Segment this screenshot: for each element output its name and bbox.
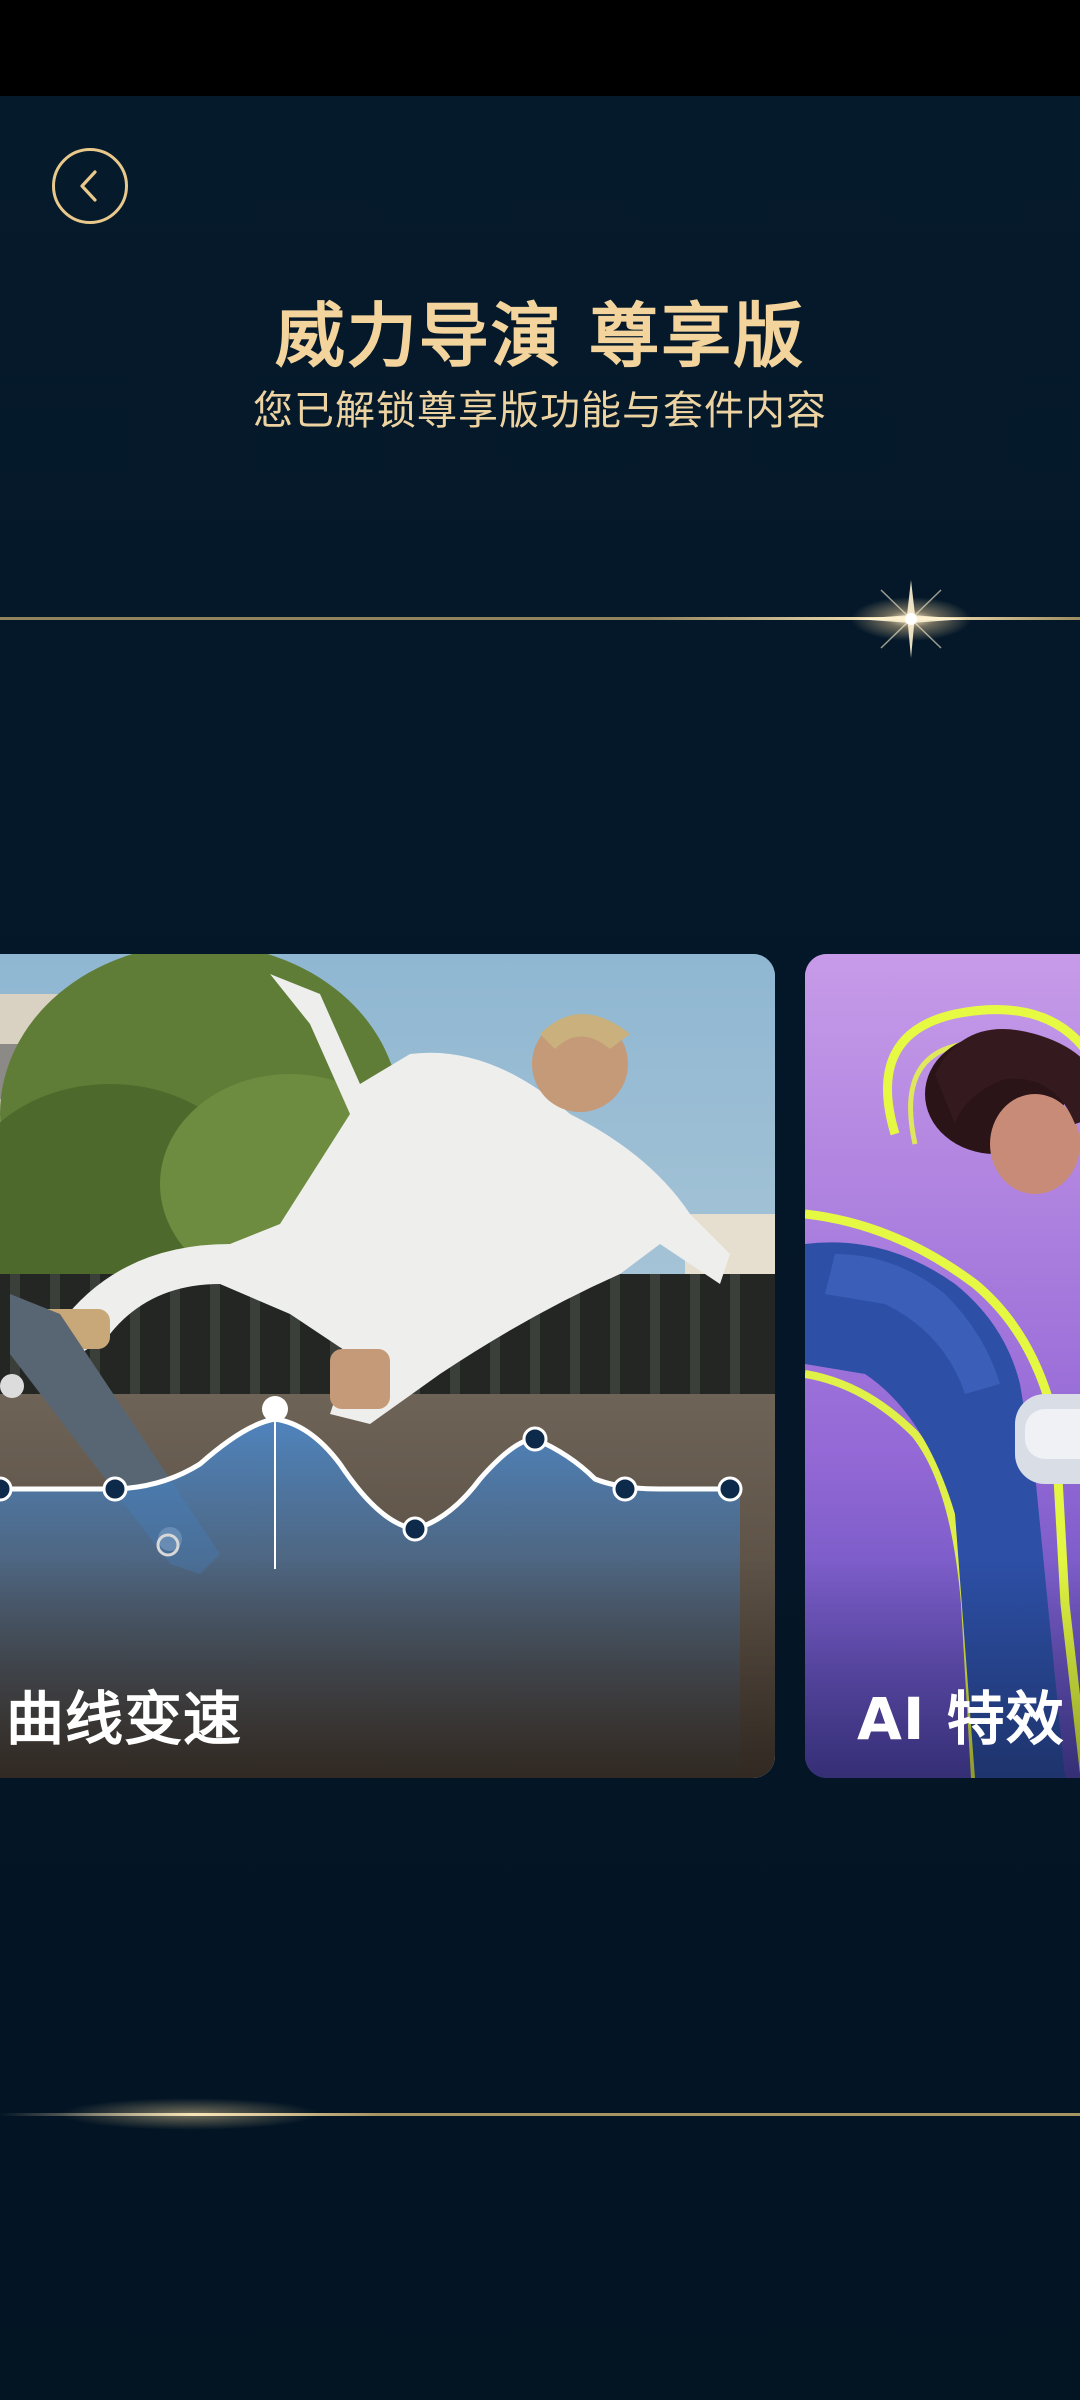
status-bar bbox=[0, 0, 1080, 96]
page-title: 威力导演 尊享版 bbox=[274, 295, 806, 377]
card-label: 曲线变速 bbox=[6, 1685, 243, 1753]
premium-page: 威力导演 尊享版 您已解锁尊享版功能与套件内容 曲线变速 AI 特效 bbox=[0, 0, 1080, 2400]
card-label: AI 特效 bbox=[857, 1685, 1065, 1753]
feature-card-ai-effects[interactable]: AI 特效 bbox=[805, 954, 1080, 1778]
sparkle-icon bbox=[851, 580, 971, 658]
feature-card-speed-curve[interactable]: 曲线变速 bbox=[0, 954, 775, 1778]
gold-divider-bottom bbox=[0, 2113, 1080, 2116]
page-subtitle: 您已解锁尊享版功能与套件内容 bbox=[253, 388, 827, 434]
back-button[interactable] bbox=[52, 148, 128, 224]
chevron-left-icon bbox=[80, 170, 97, 202]
